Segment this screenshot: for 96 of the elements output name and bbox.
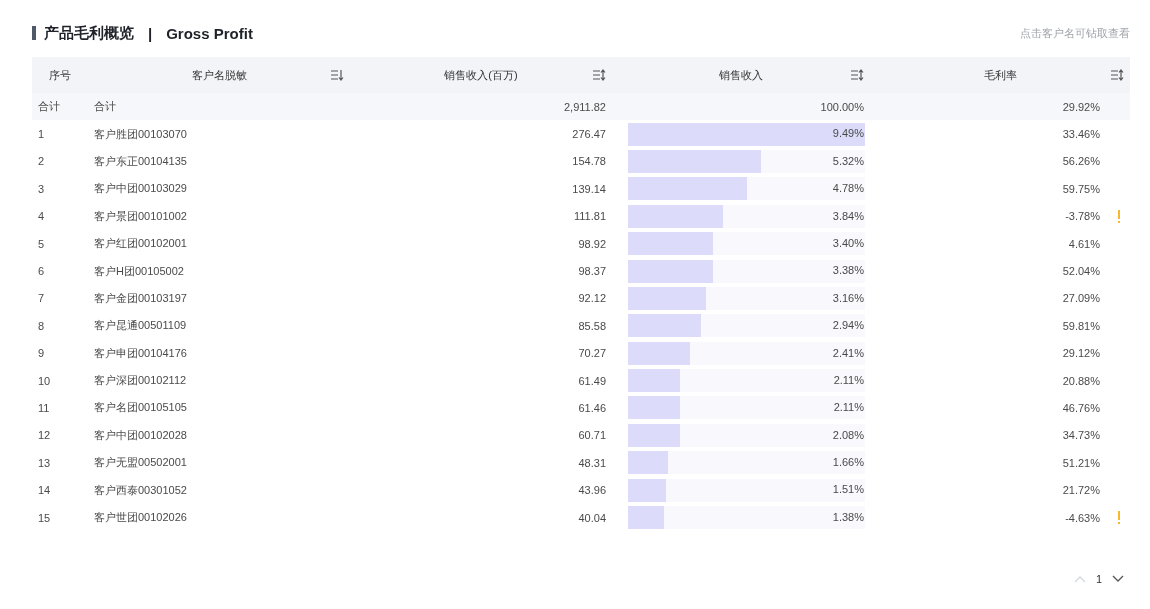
revenue-cell-text: 98.37: [577, 264, 607, 280]
margin-value: -4.63%: [1065, 511, 1100, 524]
revenue-cell-text: 48.31: [577, 455, 607, 471]
margin-value: 52.04%: [1062, 265, 1100, 278]
share-value: 1.66%: [832, 456, 864, 469]
share-value: 3.16%: [832, 291, 864, 304]
column-header[interactable]: 毛利率: [870, 57, 1130, 93]
drill-down-hint: 点击客户名可钻取查看: [1020, 25, 1130, 41]
revenue-cell-text: 61.46: [577, 401, 607, 416]
margin-value: 56.26%: [1062, 155, 1100, 168]
customer-name-link[interactable]: 客户深团00102112: [88, 366, 350, 395]
customer-name-link[interactable]: 客户无盟00502001: [88, 449, 350, 477]
sort-descending-icon[interactable]: [330, 69, 344, 81]
revenue-cell-text: 40.04: [577, 510, 607, 526]
margin-value: 59.81%: [1062, 319, 1100, 332]
share-value: 5.32%: [832, 154, 864, 167]
customer-name-link[interactable]: 客户中团00103029: [88, 175, 350, 203]
page-down-icon[interactable]: [1112, 575, 1124, 583]
title-separator: |: [148, 24, 153, 42]
total-name-cell: 合计: [88, 93, 350, 121]
index-cell-text: 6: [37, 264, 46, 280]
share-value: 2.11%: [833, 401, 864, 414]
index-cell-text: 13: [37, 455, 52, 471]
customer-name-link[interactable]: 客户景团00101002: [88, 202, 350, 230]
revenue-cell-text: 70.27: [577, 346, 607, 362]
revenue-cell-text: 111.81: [573, 209, 607, 225]
share-value: 2.41%: [832, 346, 864, 359]
customer-name-link[interactable]: 客户西泰00301052: [88, 476, 350, 504]
revenue-cell-text: 85.58: [577, 318, 607, 334]
index-cell-text: 10: [37, 373, 52, 389]
index-cell-text: 3: [37, 181, 46, 197]
margin-value: 29.12%: [1062, 347, 1100, 360]
total-index-cell: 合计: [32, 93, 88, 121]
total-revenue-cell: 2,911.82: [350, 93, 612, 121]
index-cell-text: 2: [37, 154, 46, 170]
total-share-cell: 100.00%: [612, 93, 870, 121]
share-value: 2.11%: [833, 373, 864, 386]
customer-name-link[interactable]: 客户胜团00103070: [88, 120, 350, 148]
share-value: 4.78%: [832, 182, 864, 195]
margin-value: 51.21%: [1062, 456, 1100, 469]
index-cell-text: 11: [37, 401, 51, 416]
share-value: 1.51%: [832, 483, 864, 496]
column-header[interactable]: 销售收入(百万): [350, 57, 612, 93]
customer-name-link[interactable]: 客户中团00102028: [88, 421, 350, 450]
title-english: Gross Profit: [166, 24, 253, 42]
revenue-cell-text: 98.92: [577, 236, 607, 252]
total-margin-cell: 29.92%: [870, 93, 1130, 121]
customer-name-link[interactable]: 客户东正00104135: [88, 147, 350, 176]
revenue-cell-text: 43.96: [577, 483, 607, 499]
column-header[interactable]: 序号: [32, 57, 88, 93]
index-cell-text: 8: [37, 318, 46, 334]
title-chinese: 产品毛利概览: [44, 23, 134, 43]
customer-name-link[interactable]: 客户金团00103197: [88, 284, 350, 313]
index-cell-text: 4: [37, 209, 46, 225]
column-header[interactable]: 销售收入: [612, 57, 870, 93]
customer-name-link[interactable]: 客户申团00104176: [88, 339, 350, 367]
index-cell-text: 1: [37, 127, 46, 143]
margin-value: 20.88%: [1062, 374, 1100, 387]
margin-value: 4.61%: [1068, 237, 1100, 250]
revenue-cell-text: 60.71: [577, 428, 607, 444]
margin-value: 33.46%: [1062, 128, 1100, 141]
customer-name-link[interactable]: 客户红团00102001: [88, 229, 350, 258]
margin-value: 59.75%: [1062, 182, 1100, 195]
margin-value: 46.76%: [1062, 402, 1100, 414]
revenue-cell-text: 61.49: [577, 373, 607, 389]
margin-value: 34.73%: [1062, 429, 1100, 442]
index-cell-text: 9: [37, 346, 46, 362]
share-value: 3.40%: [832, 236, 864, 249]
margin-value: 27.09%: [1062, 292, 1100, 305]
index-cell-text: 14: [37, 483, 52, 499]
share-value: 3.84%: [832, 209, 864, 222]
share-value: 1.38%: [832, 510, 864, 523]
column-header[interactable]: 客户名脱敏: [88, 57, 350, 93]
share-value: 2.94%: [832, 319, 864, 332]
share-value: 9.49%: [832, 127, 864, 140]
page-number: 1: [1095, 573, 1102, 585]
share-value: 2.08%: [832, 428, 864, 441]
margin-value: -3.78%: [1065, 210, 1100, 223]
customer-name-link[interactable]: 客户世团00102026: [88, 503, 350, 532]
revenue-cell-text: 92.12: [577, 291, 607, 307]
sort-icon[interactable]: [592, 69, 606, 81]
index-cell-text: 15: [37, 510, 52, 526]
index-cell-text: 5: [37, 236, 46, 252]
customer-name-link[interactable]: 客户H团00105002: [88, 257, 350, 285]
revenue-cell-text: 139.14: [571, 181, 607, 197]
customer-name-link[interactable]: 客户名团00105105: [88, 394, 350, 422]
sort-icon[interactable]: [1110, 69, 1124, 81]
revenue-cell-text: 276.47: [571, 127, 607, 143]
sort-icon[interactable]: [850, 69, 864, 81]
share-value: 3.38%: [832, 264, 864, 277]
index-cell-text: 12: [37, 428, 52, 444]
margin-value: 21.72%: [1062, 484, 1100, 497]
index-cell-text: 7: [37, 291, 46, 307]
title-marker-icon: [32, 26, 36, 40]
revenue-cell-text: 154.78: [571, 154, 607, 170]
customer-name-link[interactable]: 客户昆通00501109: [88, 312, 350, 340]
